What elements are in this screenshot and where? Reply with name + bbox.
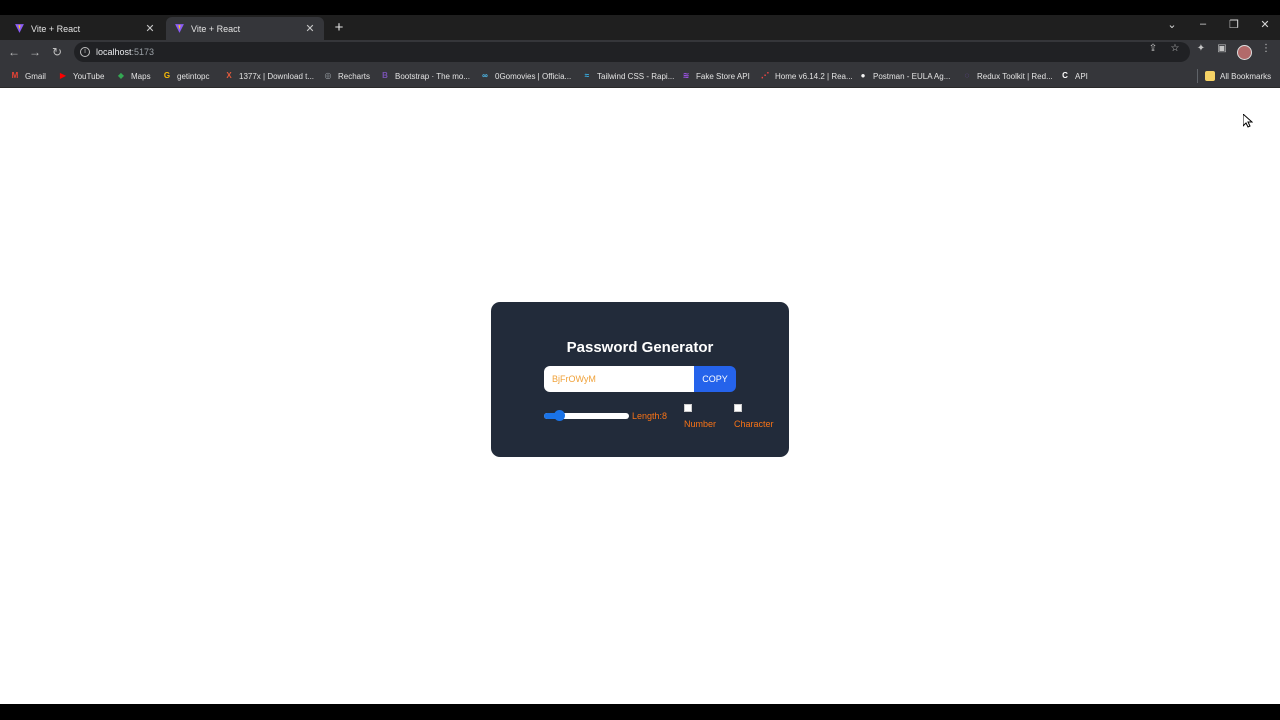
bookmark-item[interactable]: ● Postman - EULA Ag... xyxy=(858,69,951,83)
bookmark-item[interactable]: B Bootstrap · The mo... xyxy=(380,69,470,83)
character-label: Character xyxy=(734,419,774,429)
back-button[interactable]: ← xyxy=(5,43,23,61)
bookmark-label: Postman - EULA Ag... xyxy=(873,71,951,81)
folder-icon xyxy=(1205,71,1215,81)
bookmark-label: Home v6.14.2 | Rea... xyxy=(775,71,853,81)
length-label: Length:8 xyxy=(632,411,668,421)
bookmark-label: getintopc xyxy=(177,71,210,81)
tab-strip: Vite + React ✕ Vite + React ✕ + ⌄ – ❐ ✕ xyxy=(0,15,1280,40)
bookmark-star-icon[interactable]: ☆ xyxy=(1167,43,1183,54)
bookmarks-bar: All Bookmarks M Gmail ▶ YouTube ◆ Maps Ggetint… xyxy=(0,64,1280,88)
mouse-cursor-icon xyxy=(1243,114,1253,128)
password-generator-card: Password Generator COPY Length:8 Number … xyxy=(491,302,789,457)
bookmark-label: Redux Toolkit | Red... xyxy=(977,71,1053,81)
bookmark-item[interactable]: ≈ Tailwind CSS - Rapi... xyxy=(582,69,675,83)
bookmark-label: Fake Store API xyxy=(696,71,750,81)
tab-close-icon[interactable]: ✕ xyxy=(304,22,316,35)
bookmark-item[interactable]: X 1377x | Download t... xyxy=(224,69,314,83)
tab-vite-react-2[interactable]: Vite + React ✕ xyxy=(166,17,324,40)
bookmark-label: 0Gomovies | Officia... xyxy=(495,71,572,81)
number-checkbox[interactable] xyxy=(684,404,692,412)
bookmark-item[interactable]: Ggetintopc xyxy=(162,69,210,83)
bookmark-favicon-icon: B xyxy=(382,71,388,80)
tab-vite-react-1[interactable]: Vite + React ✕ xyxy=(6,17,164,40)
bookmark-label: API xyxy=(1075,71,1088,81)
tab-search-icon[interactable]: ⌄ xyxy=(1161,18,1183,31)
vite-logo-icon xyxy=(15,24,24,33)
browser-menu-icon[interactable]: ⋮ xyxy=(1258,43,1274,54)
bookmark-item[interactable]: ▶ YouTube xyxy=(58,69,105,83)
tab-title: Vite + React xyxy=(191,23,241,34)
bookmark-favicon-icon: G xyxy=(163,71,171,80)
bookmark-favicon-icon: ∞ xyxy=(482,71,488,80)
tab-close-icon[interactable]: ✕ xyxy=(144,22,156,35)
bookmark-item[interactable]: ◆ Maps xyxy=(116,69,151,83)
bookmark-favicon-icon: ≋ xyxy=(682,71,690,80)
bookmark-favicon-icon: ⋰ xyxy=(761,71,769,80)
all-bookmarks-folder[interactable]: All Bookmarks xyxy=(1205,69,1271,83)
length-slider[interactable] xyxy=(544,410,629,421)
number-label: Number xyxy=(684,419,717,429)
copy-button[interactable]: COPY xyxy=(694,366,736,392)
screen-frame: Vite + React ✕ Vite + React ✕ + ⌄ – ❐ ✕ … xyxy=(0,0,1280,720)
bookmark-item[interactable]: ≋ Fake Store API xyxy=(681,69,750,83)
bookmark-item[interactable]: M Gmail xyxy=(10,69,46,83)
bookmark-favicon-icon: ◎ xyxy=(324,71,332,80)
profile-avatar[interactable] xyxy=(1237,45,1252,60)
bookmark-favicon-icon: ▶ xyxy=(59,71,67,80)
url-host: localhost xyxy=(96,47,132,57)
bookmark-label: Tailwind CSS - Rapi... xyxy=(597,71,675,81)
reload-button[interactable]: ↻ xyxy=(48,43,66,61)
bookmark-label: 1377x | Download t... xyxy=(239,71,315,81)
app-title: Password Generator xyxy=(566,339,714,356)
address-bar[interactable]: i localhost :5173 xyxy=(74,42,1190,62)
character-checkbox[interactable] xyxy=(734,404,742,412)
url-port: :5173 xyxy=(131,47,155,57)
bookmark-favicon-icon: ◌ xyxy=(964,71,970,80)
bookmark-item[interactable]: ◎ Recharts xyxy=(323,69,371,83)
bookmark-label: Recharts xyxy=(338,71,371,81)
page-content: Password Generator COPY Length:8 Number … xyxy=(0,88,1280,704)
bookmark-favicon-icon: ◆ xyxy=(117,71,125,80)
bookmark-item[interactable]: ∞ 0Gomovies | Officia... xyxy=(480,69,571,83)
extensions-icon[interactable]: ✦ xyxy=(1193,43,1209,54)
browser-window: Vite + React ✕ Vite + React ✕ + ⌄ – ❐ ✕ … xyxy=(0,15,1280,704)
close-window-button[interactable]: ✕ xyxy=(1254,18,1276,31)
side-panel-icon[interactable]: ▣ xyxy=(1214,43,1230,54)
minimize-button[interactable]: – xyxy=(1192,18,1214,30)
bookmark-favicon-icon: X xyxy=(226,71,232,80)
vite-logo-icon xyxy=(175,24,184,33)
all-bookmarks-label: All Bookmarks xyxy=(1220,71,1272,81)
password-output-field[interactable] xyxy=(544,366,694,392)
bookmark-favicon-icon: ≈ xyxy=(584,71,590,80)
bookmark-label: Gmail xyxy=(25,71,46,81)
bookmark-item[interactable]: C API xyxy=(1060,69,1088,83)
length-slider-thumb[interactable] xyxy=(553,410,565,421)
forward-button[interactable]: → xyxy=(26,43,44,61)
site-info-icon[interactable]: i xyxy=(80,47,90,57)
bookmark-label: YouTube xyxy=(73,71,105,81)
bookmark-label: Maps xyxy=(131,71,151,81)
bookmark-favicon-icon: C xyxy=(1062,71,1068,80)
bookmark-label: Bootstrap · The mo... xyxy=(395,71,470,81)
bookmark-favicon-icon: M xyxy=(11,71,19,80)
bookmark-item[interactable]: ⋰ Home v6.14.2 | Rea... xyxy=(760,69,853,83)
bookmark-item[interactable]: ◌ Redux Toolkit | Red... xyxy=(962,69,1053,83)
browser-toolbar: ← → ↻ i localhost :5173 xyxy=(0,40,1280,64)
new-tab-button[interactable]: + xyxy=(330,19,348,37)
bookmark-favicon-icon: ● xyxy=(860,71,866,80)
bookmarks-separator xyxy=(1197,69,1198,83)
tab-title: Vite + React xyxy=(31,23,81,34)
restore-button[interactable]: ❐ xyxy=(1223,18,1245,31)
share-icon[interactable]: ⇪ xyxy=(1145,43,1161,54)
